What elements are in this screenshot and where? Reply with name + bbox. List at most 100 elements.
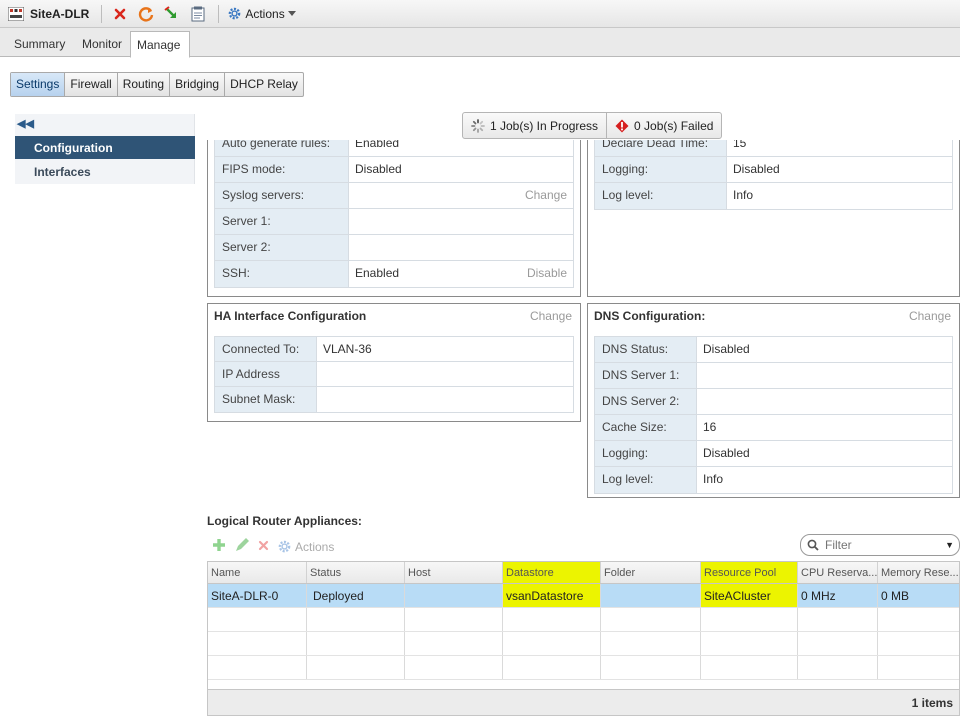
spinner-icon xyxy=(471,118,485,133)
table-row: Logging: Disabled xyxy=(595,441,952,467)
gear-icon xyxy=(278,540,291,553)
table-row: IP Address xyxy=(215,362,573,387)
chevron-down-icon xyxy=(287,10,296,16)
settings-subtab-bar: Settings Firewall Routing Bridging DHCP … xyxy=(10,72,304,97)
ha-interface-change-link[interactable]: Change xyxy=(530,309,572,323)
table-row: Server 2: xyxy=(215,235,573,261)
migrate-icon[interactable] xyxy=(162,4,182,24)
row-value: Disabled xyxy=(697,337,952,362)
appliances-title: Logical Router Appliances: xyxy=(207,514,362,528)
dns-change-link[interactable]: Change xyxy=(909,309,951,323)
actions-menu[interactable]: Actions xyxy=(227,6,296,21)
row-value xyxy=(317,387,573,412)
column-header-resource-pool[interactable]: Resource Pool xyxy=(701,562,798,583)
table-row: Logging: Disabled xyxy=(595,157,952,183)
cell-folder xyxy=(601,584,701,607)
row-key: Connected To: xyxy=(215,337,317,361)
subtab-bridging[interactable]: Bridging xyxy=(170,73,226,96)
row-value: Disabled xyxy=(697,441,952,466)
table-row: FIPS mode: Disabled xyxy=(215,157,573,183)
row-key: Syslog servers: xyxy=(215,183,349,208)
toolbar-divider xyxy=(101,4,103,23)
delete-icon[interactable] xyxy=(258,540,269,554)
table-row[interactable]: SiteA-DLR-0 Deployed vsanDatastore SiteA… xyxy=(208,584,959,608)
row-key: Server 1: xyxy=(215,209,349,234)
cell-datastore: vsanDatastore xyxy=(503,584,601,607)
subtab-settings[interactable]: Settings xyxy=(11,73,66,96)
row-key: Declare Dead Time: xyxy=(595,140,727,156)
table-row: Declare Dead Time: 15 xyxy=(595,140,952,157)
subtab-firewall[interactable]: Firewall xyxy=(65,73,118,96)
row-key: Logging: xyxy=(595,157,727,182)
row-value xyxy=(349,209,573,234)
toolbar-divider xyxy=(218,4,220,23)
row-key: Subnet Mask: xyxy=(215,387,317,412)
row-value: Info xyxy=(727,183,952,209)
column-header-datastore[interactable]: Datastore xyxy=(503,562,601,583)
tab-monitor[interactable]: Monitor xyxy=(76,34,128,56)
filter-input[interactable] xyxy=(825,538,935,552)
jobs-in-progress-button[interactable]: 1 Job(s) In Progress xyxy=(463,113,606,138)
column-header-folder[interactable]: Folder xyxy=(601,562,701,583)
cell-name: SiteA-DLR-0 xyxy=(208,584,307,607)
column-header-status[interactable]: Status xyxy=(307,562,405,583)
job-status-bar: 1 Job(s) In Progress 0 Job(s) Failed xyxy=(462,112,723,139)
table-row: Server 1: xyxy=(215,209,573,235)
edit-icon[interactable] xyxy=(234,537,250,556)
delete-icon[interactable] xyxy=(110,4,130,24)
tab-manage[interactable]: Manage xyxy=(130,31,190,58)
panel-title: HA Interface Configuration xyxy=(214,309,367,323)
syslog-change-link[interactable]: Change xyxy=(525,188,567,202)
refresh-icon[interactable] xyxy=(136,4,156,24)
subtab-routing[interactable]: Routing xyxy=(118,73,171,96)
nav-background xyxy=(15,184,195,716)
column-header-memory-reservation[interactable]: Memory Rese... xyxy=(878,562,959,583)
row-key: Cache Size: xyxy=(595,415,697,440)
column-header-name[interactable]: Name xyxy=(208,562,307,583)
empty-row xyxy=(208,608,959,632)
cell-status: Deployed xyxy=(307,584,405,607)
row-key: SSH: xyxy=(215,261,349,287)
double-chevron-left-icon[interactable]: ◀◀ xyxy=(17,117,34,130)
jobs-failed-label: 0 Job(s) Failed xyxy=(634,118,714,133)
jobs-failed-button[interactable]: 0 Job(s) Failed xyxy=(606,113,721,138)
tab-summary[interactable]: Summary xyxy=(8,34,71,56)
table-row: SSH: Enabled Disable xyxy=(215,261,573,287)
row-value xyxy=(697,363,952,388)
gear-icon xyxy=(229,7,241,20)
row-value: Disabled xyxy=(349,157,573,182)
row-key: DNS Status: xyxy=(595,337,697,362)
appliances-grid: Name Status Host Datastore Folder Resour… xyxy=(207,561,960,716)
ha-settings-panel: Declare Dead Time: 15 Logging: Disabled … xyxy=(587,140,960,297)
row-key: Server 2: xyxy=(215,235,349,260)
row-key: DNS Server 1: xyxy=(595,363,697,388)
add-icon[interactable] xyxy=(212,538,226,555)
nav-item-interfaces[interactable]: Interfaces xyxy=(15,160,195,183)
column-header-host[interactable]: Host xyxy=(405,562,503,583)
actions-label: Actions xyxy=(245,6,285,21)
general-settings-panel: Auto generate rules: Enabled FIPS mode: … xyxy=(207,140,581,297)
row-key: FIPS mode: xyxy=(215,157,349,182)
error-icon xyxy=(615,119,629,132)
ha-settings-table: Declare Dead Time: 15 Logging: Disabled … xyxy=(594,140,953,210)
appliances-actions-menu[interactable]: Actions xyxy=(277,539,334,554)
chevron-down-icon[interactable]: ▼ xyxy=(945,540,954,550)
subtab-dhcp-relay[interactable]: DHCP Relay xyxy=(225,73,303,96)
column-header-cpu-reservation[interactable]: CPU Reserva... xyxy=(798,562,878,583)
panel-title: DNS Configuration: xyxy=(594,309,706,323)
item-count: 1 items xyxy=(911,696,953,710)
ssh-disable-link[interactable]: Disable xyxy=(527,266,567,280)
table-row: Log level: Info xyxy=(595,183,952,209)
row-value: 16 xyxy=(697,415,952,440)
table-row: Subnet Mask: xyxy=(215,387,573,412)
ha-interface-panel: HA Interface Configuration Change Connec… xyxy=(207,303,581,422)
nav-item-configuration[interactable]: Configuration xyxy=(15,136,195,159)
row-value: 15 xyxy=(727,140,952,156)
table-row: DNS Server 1: xyxy=(595,363,952,389)
filter-box[interactable]: ▼ xyxy=(800,534,960,556)
notes-icon[interactable] xyxy=(188,4,208,24)
row-value: Enabled Disable xyxy=(349,261,573,287)
grid-header: Name Status Host Datastore Folder Resour… xyxy=(208,562,959,584)
table-row: Log level: Info xyxy=(595,467,952,493)
row-key: DNS Server 2: xyxy=(595,389,697,414)
